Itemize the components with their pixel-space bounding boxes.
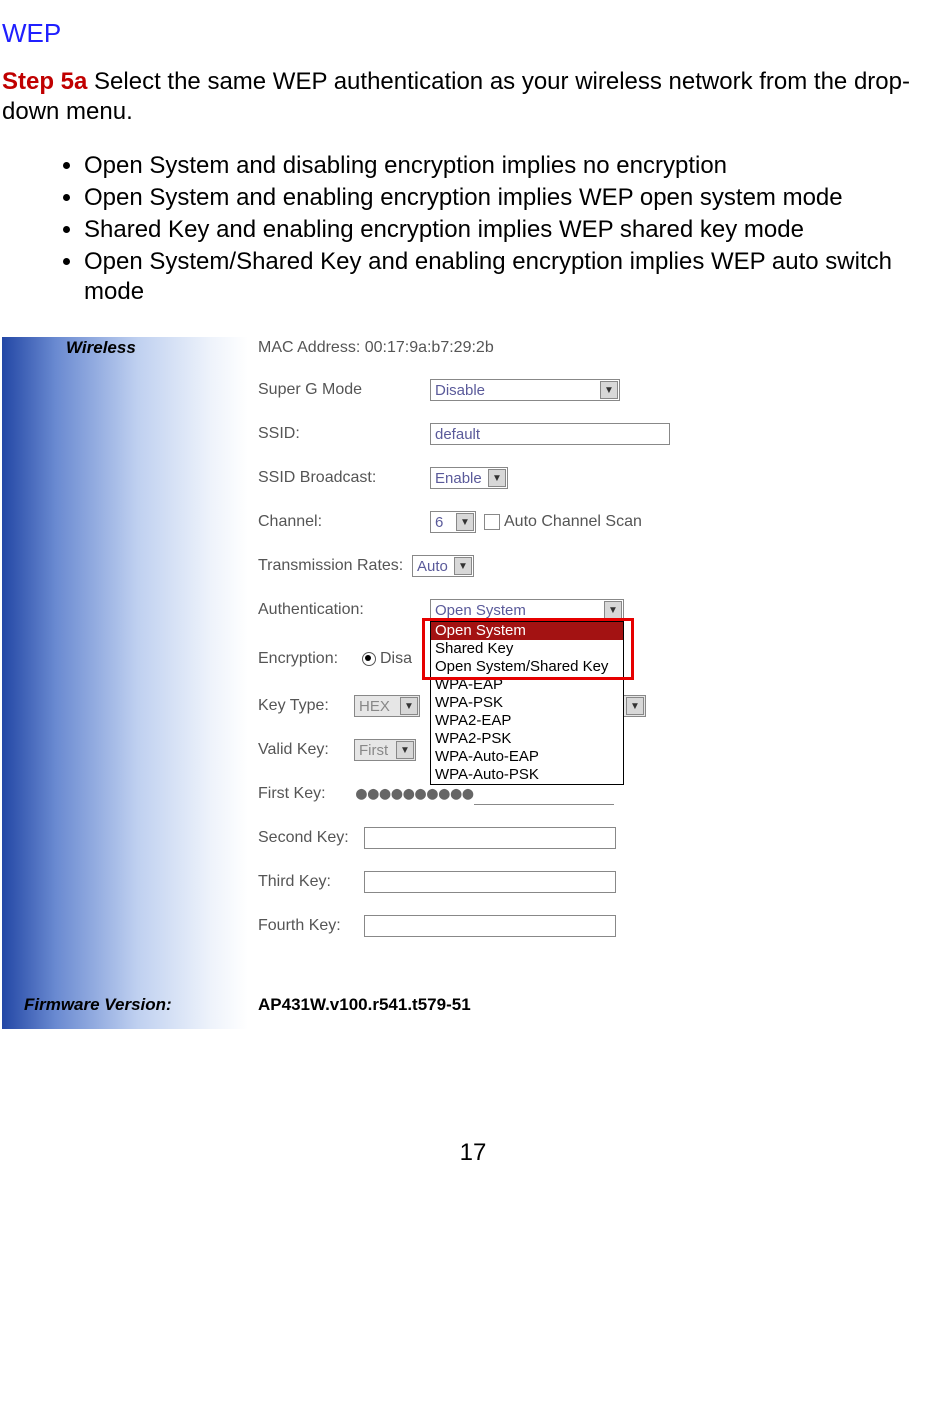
firmware-version-label: Firmware Version: [24, 995, 172, 1015]
channel-value: 6 [435, 514, 443, 531]
super-g-label: Super G Mode [258, 381, 430, 399]
step-paragraph: Step 5a Select the same WEP authenticati… [0, 67, 946, 127]
chevron-down-icon: ▼ [488, 469, 506, 487]
ssid-input[interactable] [430, 423, 670, 445]
chevron-down-icon: ▼ [456, 513, 474, 531]
wireless-settings-panel: Wireless Firmware Version: MAC Address: … [2, 337, 670, 1029]
authentication-label: Authentication: [258, 601, 430, 619]
transmission-rates-value: Auto [417, 558, 448, 575]
auto-channel-label: Auto Channel Scan [504, 513, 642, 531]
chevron-down-icon: ▼ [454, 557, 472, 575]
valid-key-label: Valid Key: [258, 741, 354, 759]
fourth-key-label: Fourth Key: [258, 917, 364, 935]
page-number: 17 [0, 1139, 946, 1167]
fourth-key-input[interactable] [364, 915, 616, 937]
first-key-label: First Key: [258, 785, 354, 803]
chevron-down-icon: ▼ [396, 741, 414, 759]
encryption-label: Encryption: [258, 650, 362, 668]
encryption-disabled-radio[interactable] [362, 652, 376, 666]
first-key-value: ●●●●●●●●●● [356, 783, 474, 804]
encryption-disabled-text: Disa [380, 650, 412, 668]
chevron-down-icon: ▼ [600, 381, 618, 399]
dropdown-item-open-system[interactable]: Open System [431, 622, 623, 640]
dropdown-item-shared-key[interactable]: Shared Key [431, 640, 623, 658]
super-g-value: Disable [435, 382, 485, 399]
dropdown-item-wpa2-psk[interactable]: WPA2-PSK [431, 730, 623, 748]
second-key-input[interactable] [364, 827, 616, 849]
authentication-select[interactable]: Open System ▼ [430, 599, 624, 621]
dropdown-item-wpa-eap[interactable]: WPA-EAP [431, 676, 623, 694]
channel-label: Channel: [258, 513, 430, 531]
valid-key-select[interactable]: First ▼ [354, 739, 416, 761]
key-type-select[interactable]: HEX ▼ [354, 695, 420, 717]
auto-channel-checkbox[interactable] [484, 514, 500, 530]
transmission-rates-label: Transmission Rates: [258, 557, 412, 575]
second-key-label: Second Key: [258, 829, 364, 847]
key-type-label: Key Type: [258, 697, 354, 715]
ssid-broadcast-value: Enable [435, 470, 482, 487]
sidebar: Wireless Firmware Version: [2, 337, 248, 1029]
ssid-broadcast-label: SSID Broadcast: [258, 469, 430, 487]
valid-key-value: First [359, 742, 388, 759]
authentication-value: Open System [435, 602, 526, 619]
chevron-down-icon: ▼ [604, 601, 622, 619]
list-item: Shared Key and enabling encryption impli… [84, 215, 946, 245]
authentication-dropdown-list[interactable]: Open System Shared Key Open System/Share… [430, 621, 624, 785]
first-key-underline [474, 804, 614, 805]
chevron-down-icon: ▼ [400, 697, 418, 715]
step-label: Step 5a [2, 68, 87, 95]
chevron-down-icon: ▼ [626, 697, 644, 715]
sidebar-section-label: Wireless [66, 338, 136, 358]
third-key-label: Third Key: [258, 873, 364, 891]
mac-address-label: MAC Address: 00:17:9a:b7:29:2b [258, 339, 494, 357]
section-title: WEP [0, 18, 946, 49]
list-item: Open System and disabling encryption imp… [84, 151, 946, 181]
dropdown-item-wpa-auto-eap[interactable]: WPA-Auto-EAP [431, 748, 623, 766]
dropdown-item-wpa-auto-psk[interactable]: WPA-Auto-PSK [431, 766, 623, 784]
bullet-list: Open System and disabling encryption imp… [40, 151, 946, 307]
list-item: Open System and enabling encryption impl… [84, 183, 946, 213]
ssid-broadcast-select[interactable]: Enable ▼ [430, 467, 508, 489]
dropdown-item-wpa-psk[interactable]: WPA-PSK [431, 694, 623, 712]
firmware-version-value: AP431W.v100.r541.t579-51 [258, 995, 471, 1015]
channel-select[interactable]: 6 ▼ [430, 511, 476, 533]
dropdown-item-wpa2-eap[interactable]: WPA2-EAP [431, 712, 623, 730]
list-item: Open System/Shared Key and enabling encr… [84, 247, 946, 307]
transmission-rates-select[interactable]: Auto ▼ [412, 555, 474, 577]
super-g-select[interactable]: Disable ▼ [430, 379, 620, 401]
ssid-label: SSID: [258, 425, 430, 443]
step-text: Select the same WEP authentication as yo… [2, 68, 910, 125]
third-key-input[interactable] [364, 871, 616, 893]
key-type-value: HEX [359, 698, 390, 715]
dropdown-item-open-shared[interactable]: Open System/Shared Key [431, 658, 623, 676]
